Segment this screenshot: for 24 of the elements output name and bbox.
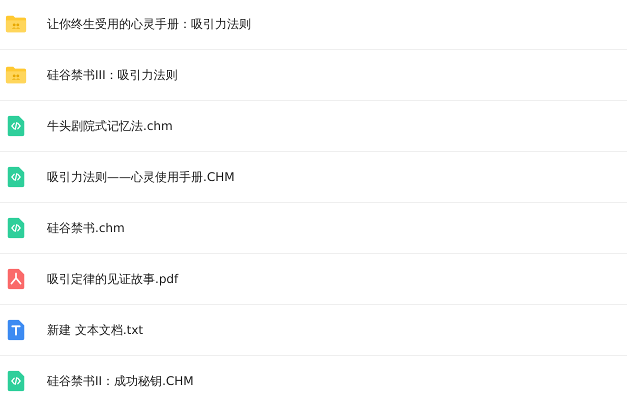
file-name: 新建 文本文档.txt <box>47 322 144 338</box>
pdf-file-icon <box>5 268 27 290</box>
code-file-icon <box>5 115 27 137</box>
file-row[interactable]: 硅谷禁书III：吸引力法则 <box>0 50 627 101</box>
file-name: 硅谷禁书II：成功秘钥.CHM <box>47 372 194 390</box>
file-name: 吸引定律的见证故事.pdf <box>47 270 178 288</box>
code-file-icon <box>5 370 27 392</box>
file-name: 牛头剧院式记忆法.chm <box>47 118 173 134</box>
file-row[interactable]: 吸引定律的见证故事.pdf <box>0 254 627 305</box>
file-row[interactable]: 硅谷禁书II：成功秘钥.CHM <box>0 356 627 405</box>
file-name: 让你终生受用的心灵手册：吸引力法则 <box>47 16 251 32</box>
text-file-icon <box>5 319 27 341</box>
code-file-icon <box>5 217 27 239</box>
code-file-icon <box>5 166 27 188</box>
file-row[interactable]: 让你终生受用的心灵手册：吸引力法则 <box>0 0 627 50</box>
file-name: 吸引力法则——心灵使用手册.CHM <box>47 168 235 186</box>
folder-icon <box>5 13 27 35</box>
file-row[interactable]: 新建 文本文档.txt <box>0 305 627 356</box>
file-row[interactable]: 吸引力法则——心灵使用手册.CHM <box>0 152 627 203</box>
file-row[interactable]: 牛头剧院式记忆法.chm <box>0 101 627 152</box>
folder-icon <box>5 64 27 86</box>
file-name: 硅谷禁书III：吸引力法则 <box>47 66 178 84</box>
file-row[interactable]: 硅谷禁书.chm <box>0 203 627 254</box>
file-name: 硅谷禁书.chm <box>47 220 125 236</box>
